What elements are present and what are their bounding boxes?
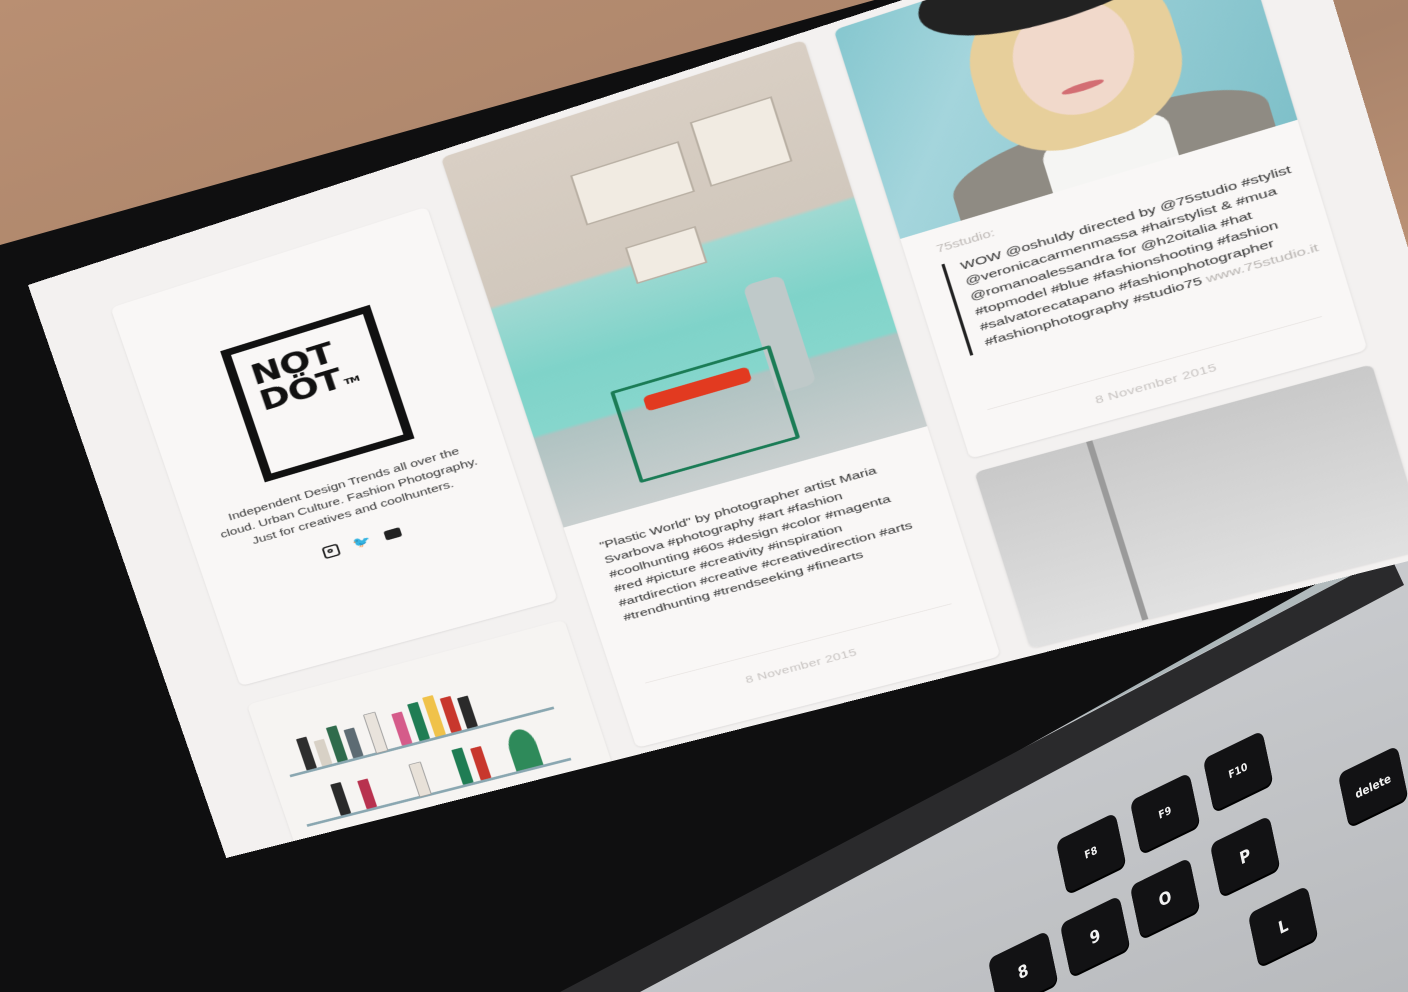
photo-detail — [570, 141, 695, 225]
book-illustration — [344, 727, 364, 758]
key-label: delete — [1354, 771, 1392, 801]
post-date: 8 November 2015 — [1094, 361, 1218, 406]
notdot-logo[interactable]: NOT DÖTTM — [220, 305, 414, 483]
book-illustration — [470, 746, 491, 780]
book-illustration — [451, 747, 473, 784]
key-label: F9 — [1158, 804, 1173, 821]
laptop-scene: delete P O L 9 8 F10 F9 F8 NOT DÖTTM Ind… — [0, 0, 1408, 992]
book-illustration — [363, 712, 388, 754]
youtube-icon[interactable] — [384, 527, 403, 541]
key-label: 8 — [1016, 959, 1030, 983]
book-illustration — [408, 761, 431, 797]
book-illustration — [314, 739, 333, 767]
twitter-icon[interactable]: 🐦 — [351, 533, 373, 551]
key-label: F8 — [1084, 844, 1099, 861]
logo-wordmark: NOT DÖTTM — [248, 334, 364, 420]
photo-detail — [690, 96, 793, 187]
book-illustration — [357, 778, 377, 809]
key-label: 9 — [1088, 924, 1102, 948]
book-illustration — [330, 782, 351, 816]
trademark-mark: TM — [343, 374, 360, 387]
photo-detail — [625, 226, 708, 284]
key-label: O — [1157, 885, 1173, 910]
book-illustration — [391, 711, 412, 745]
plant-illustration — [504, 726, 544, 771]
photo-cart — [610, 345, 800, 483]
instagram-icon[interactable] — [321, 543, 341, 559]
key-label: P — [1238, 844, 1253, 868]
book-illustration — [457, 696, 478, 729]
key-label: F10 — [1227, 761, 1248, 781]
photo-detail — [1086, 440, 1148, 620]
key-label: L — [1276, 914, 1289, 938]
